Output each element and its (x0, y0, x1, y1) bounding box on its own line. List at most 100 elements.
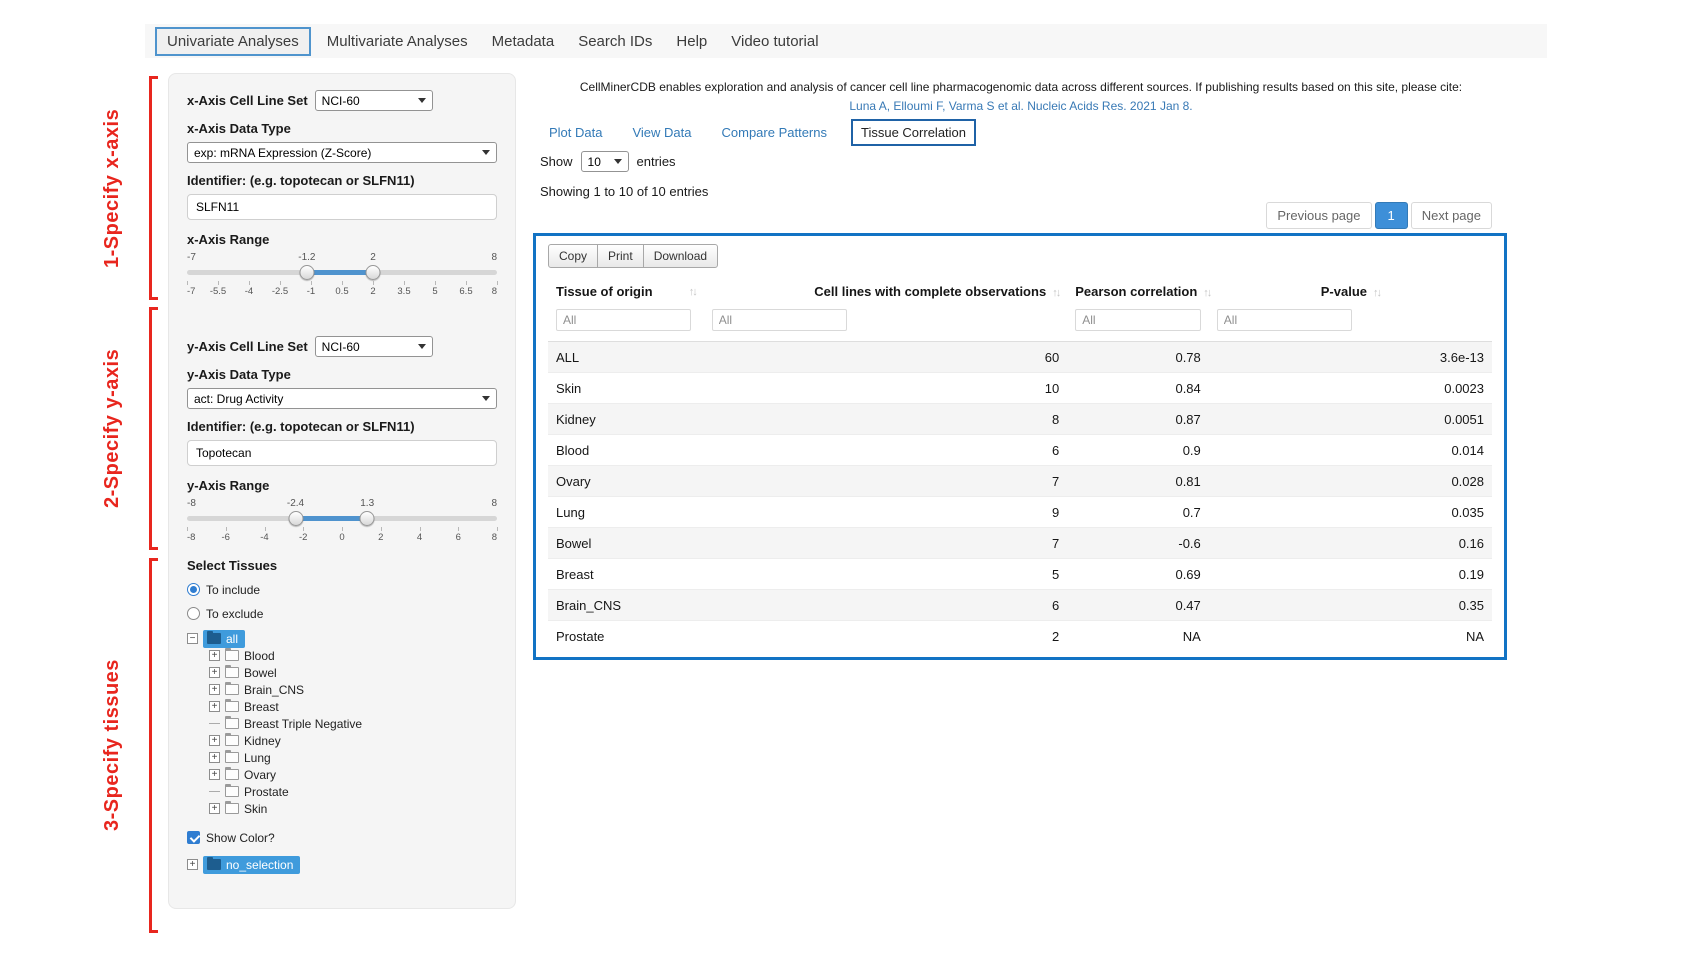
filter-tissue-input[interactable] (556, 309, 691, 331)
filter-cell-lines-input[interactable] (712, 309, 847, 331)
column-header-pearson-correlation[interactable]: Pearson correlation↑↓ (1067, 276, 1209, 307)
sort-icon[interactable]: ↑↓ (1203, 287, 1210, 299)
slider-selected-range[interactable] (296, 516, 368, 521)
tab-help[interactable]: Help (664, 27, 719, 56)
tab-video-tutorial[interactable]: Video tutorial (719, 27, 830, 56)
tissue-correlation-panel: Copy Print Download Tissue of origin ↑↓ … (533, 233, 1507, 660)
tissue-tree-item[interactable]: Breast Triple Negative (209, 715, 497, 732)
sort-icon[interactable]: ↑↓ (1373, 287, 1380, 299)
print-button[interactable]: Print (597, 244, 644, 268)
column-header-p-value[interactable]: P-value↑↓ (1209, 276, 1492, 307)
tissue-tree-item[interactable]: + Blood (209, 647, 497, 664)
y-axis-range-slider[interactable]: -88-2.41.3-8-6-4-202468 (187, 498, 497, 546)
table-cell: 60 (704, 342, 1067, 373)
table-row[interactable]: Breast50.690.19 (548, 559, 1492, 590)
tissue-tree-item[interactable]: Prostate (209, 783, 497, 800)
expand-icon[interactable]: + (209, 701, 220, 712)
filter-pvalue-input[interactable] (1217, 309, 1352, 331)
table-cell: Blood (548, 435, 704, 466)
tissues-include-radio[interactable]: To include (187, 581, 497, 598)
subtab-compare-patterns[interactable]: Compare Patterns (722, 125, 828, 140)
tab-metadata[interactable]: Metadata (480, 27, 567, 56)
table-row[interactable]: ALL600.783.6e-13 (548, 342, 1492, 373)
expand-icon[interactable]: + (209, 752, 220, 763)
expand-icon[interactable]: + (209, 769, 220, 780)
y-range-label: y-Axis Range (187, 478, 497, 494)
table-row[interactable]: Skin100.840.0023 (548, 373, 1492, 404)
subtab-tissue-correlation[interactable]: Tissue Correlation (851, 119, 976, 146)
table-row[interactable]: Lung90.70.035 (548, 497, 1492, 528)
no-selection-node[interactable]: + no_selection (187, 856, 497, 873)
expand-icon[interactable]: + (187, 859, 198, 870)
table-row[interactable]: Kidney80.870.0051 (548, 404, 1492, 435)
table-cell: Brain_CNS (548, 590, 704, 621)
column-header-cell-lines[interactable]: Cell lines with complete observations↑↓ (704, 276, 1067, 307)
entries-select[interactable]: 10 (581, 151, 629, 172)
expand-icon[interactable]: + (209, 667, 220, 678)
table-row[interactable]: Ovary70.810.028 (548, 466, 1492, 497)
slider-selected-range[interactable] (307, 270, 373, 275)
copy-button[interactable]: Copy (548, 244, 598, 268)
filter-pearson-input[interactable] (1075, 309, 1201, 331)
table-row[interactable]: Prostate2NANA (548, 621, 1492, 652)
expand-icon[interactable]: + (209, 803, 220, 814)
subtab-plot-data[interactable]: Plot Data (549, 125, 602, 140)
slider-handle-low[interactable] (288, 511, 303, 526)
expand-icon[interactable]: + (209, 735, 220, 746)
tissue-tree-item[interactable]: + Bowel (209, 664, 497, 681)
citation-link[interactable]: Luna A, Elloumi F, Varma S et al. Nuclei… (535, 99, 1507, 113)
next-page-button[interactable]: Next page (1411, 202, 1492, 229)
table-row[interactable]: Bowel7-0.60.16 (548, 528, 1492, 559)
showing-entries-text: Showing 1 to 10 of 10 entries (540, 184, 708, 199)
tissues-exclude-radio[interactable]: To exclude (187, 605, 497, 622)
expand-icon[interactable]: + (209, 684, 220, 695)
x-data-type-label: x-Axis Data Type (187, 121, 497, 137)
sort-icon[interactable]: ↑↓ (689, 286, 696, 298)
sort-icon[interactable]: ↑↓ (1052, 287, 1059, 299)
table-export-buttons: Copy Print Download (548, 244, 1492, 268)
table-row[interactable]: Blood60.90.014 (548, 435, 1492, 466)
page-1-button[interactable]: 1 (1375, 202, 1408, 229)
y-identifier-input[interactable] (187, 440, 497, 466)
table-cell: 0.014 (1209, 435, 1492, 466)
x-data-type-select[interactable]: exp: mRNA Expression (Z-Score) (187, 142, 497, 163)
tissue-tree-item[interactable]: +Ovary (209, 766, 497, 783)
slider-ruler: -8-6-4-202468 (187, 527, 497, 544)
tissue-tree-item[interactable]: +Lung (209, 749, 497, 766)
previous-page-button[interactable]: Previous page (1266, 202, 1371, 229)
slider-ruler: -7-5.5-4-2.5-10.523.556.58 (187, 281, 497, 298)
column-header-tissue-of-origin[interactable]: Tissue of origin ↑↓ (548, 276, 704, 307)
tissue-tree-root[interactable]: − all (187, 630, 497, 647)
folder-icon (225, 786, 239, 797)
x-identifier-input[interactable] (187, 194, 497, 220)
tissue-label: Blood (244, 649, 275, 663)
show-color-checkbox[interactable]: Show Color? (187, 829, 497, 846)
collapse-icon[interactable]: − (187, 633, 198, 644)
tab-univariate-analyses[interactable]: Univariate Analyses (155, 27, 311, 56)
subtab-view-data[interactable]: View Data (632, 125, 691, 140)
expand-icon[interactable]: + (209, 650, 220, 661)
slider-labels: -78-1.22 (187, 252, 497, 264)
table-row[interactable]: Brain_CNS60.470.35 (548, 590, 1492, 621)
slider-handle-low[interactable] (299, 265, 314, 280)
download-button[interactable]: Download (643, 244, 718, 268)
x-cell-line-set-select[interactable]: NCI-60 (315, 90, 433, 111)
tab-multivariate-analyses[interactable]: Multivariate Analyses (315, 27, 480, 56)
slider-handle-high[interactable] (366, 265, 381, 280)
top-navigation: Univariate Analyses Multivariate Analyse… (145, 24, 1547, 58)
tissue-tree-item[interactable]: +Breast (209, 698, 497, 715)
no-selection-label: no_selection (226, 858, 293, 872)
tab-search-ids[interactable]: Search IDs (566, 27, 664, 56)
tissue-label: Kidney (244, 734, 281, 748)
x-axis-range-slider[interactable]: -78-1.22 -7-5.5-4-2.5-10.523.556.58 (187, 252, 497, 300)
tissue-tree-item[interactable]: +Skin (209, 800, 497, 817)
y-cell-line-set-select[interactable]: NCI-60 (315, 336, 433, 357)
no-selection-pill[interactable]: no_selection (203, 856, 300, 874)
slider-handle-high[interactable] (360, 511, 375, 526)
tissue-tree-item[interactable]: +Brain_CNS (209, 681, 497, 698)
y-data-type-select[interactable]: act: Drug Activity (187, 388, 497, 409)
tissue-label: Bowel (244, 666, 277, 680)
tissue-root-pill[interactable]: all (203, 630, 245, 648)
table-cell: 3.6e-13 (1209, 342, 1492, 373)
tissue-tree-item[interactable]: + Kidney (209, 732, 497, 749)
